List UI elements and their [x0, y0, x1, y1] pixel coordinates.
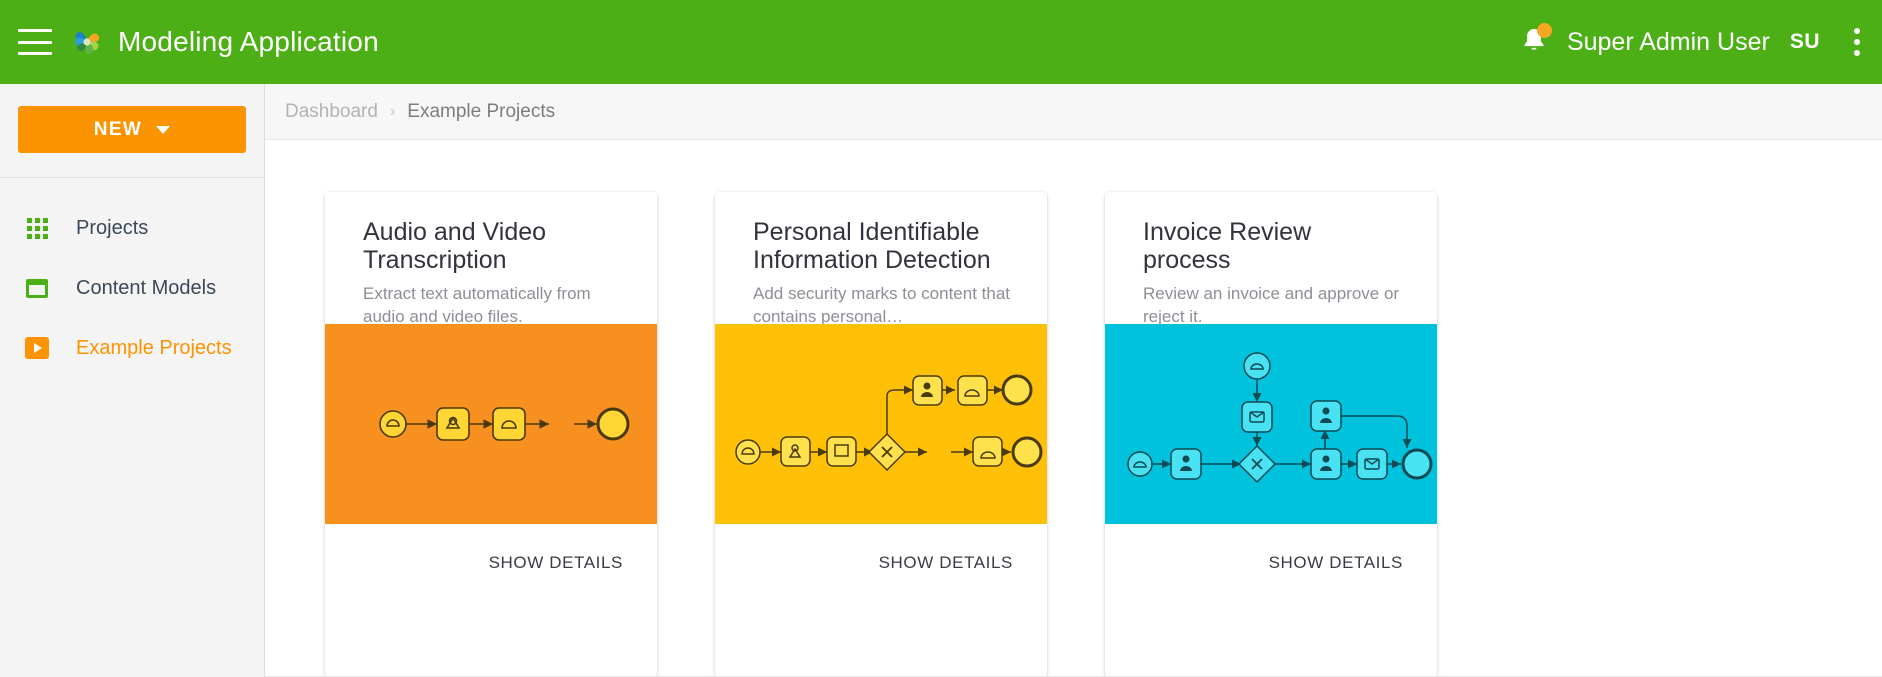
sidebar-item-label: Content Models	[76, 277, 216, 300]
card-header: Audio and Video Transcription Extract te…	[325, 192, 657, 324]
hamburger-bar	[18, 29, 52, 32]
hamburger-bar	[18, 52, 52, 55]
project-card-grid: Audio and Video Transcription Extract te…	[265, 140, 1882, 677]
chevron-down-icon	[156, 126, 170, 134]
breadcrumb: Dashboard › Example Projects	[265, 84, 1882, 140]
avatar[interactable]: SU	[1790, 30, 1820, 54]
card-header: Invoice Review process Review an invoice…	[1105, 192, 1437, 324]
kebab-dot	[1854, 50, 1860, 56]
new-button-label: NEW	[94, 119, 143, 141]
card-description: Extract text automatically from audio an…	[363, 283, 621, 329]
card-title: Personal Identifiable Information Detect…	[753, 218, 1011, 274]
notification-badge	[1537, 23, 1552, 38]
grid-icon	[20, 211, 54, 245]
sidebar-item-example-projects[interactable]: Example Projects	[0, 318, 264, 378]
card-description: Add security marks to content that conta…	[753, 283, 1011, 329]
sidebar-item-projects[interactable]: Projects	[0, 198, 264, 258]
sidebar-item-label: Projects	[76, 217, 148, 240]
card-header: Personal Identifiable Information Detect…	[715, 192, 1047, 324]
sidebar-nav: Projects Content Models Example Projects	[0, 178, 264, 378]
project-card-invoice-review[interactable]: Invoice Review process Review an invoice…	[1105, 192, 1437, 677]
main-content: Dashboard › Example Projects Audio and V…	[265, 84, 1882, 677]
kebab-menu-icon[interactable]	[1854, 28, 1860, 56]
process-diagram-thumbnail	[325, 324, 657, 524]
card-footer: SHOW DETAILS	[325, 524, 657, 602]
app-title: Modeling Application	[118, 26, 379, 58]
play-square-icon	[20, 331, 54, 365]
rectangle-outline-icon	[20, 271, 54, 305]
process-diagram-thumbnail	[1105, 324, 1437, 524]
breadcrumb-dashboard[interactable]: Dashboard	[285, 101, 378, 123]
hamburger-icon[interactable]	[18, 29, 52, 55]
kebab-dot	[1854, 39, 1860, 45]
project-card-audio-video-transcription[interactable]: Audio and Video Transcription Extract te…	[325, 192, 657, 677]
card-title: Audio and Video Transcription	[363, 218, 621, 274]
app-header: Modeling Application Super Admin User SU	[0, 0, 1882, 84]
breadcrumb-current: Example Projects	[407, 101, 555, 123]
new-button-row: NEW	[0, 84, 264, 178]
notifications-button[interactable]	[1519, 25, 1549, 59]
breadcrumb-separator-icon: ›	[390, 103, 395, 121]
card-footer: SHOW DETAILS	[715, 524, 1047, 602]
card-title: Invoice Review process	[1143, 218, 1401, 274]
new-button[interactable]: NEW	[18, 106, 246, 153]
sidebar: NEW Projects Content Models Example Proj…	[0, 84, 265, 677]
user-name-label[interactable]: Super Admin User	[1567, 28, 1770, 57]
show-details-button[interactable]: SHOW DETAILS	[489, 553, 623, 573]
pinwheel-logo-icon	[70, 25, 104, 59]
process-diagram-thumbnail	[715, 324, 1047, 524]
kebab-dot	[1854, 28, 1860, 34]
show-details-button[interactable]: SHOW DETAILS	[1269, 553, 1403, 573]
card-footer: SHOW DETAILS	[1105, 524, 1437, 602]
sidebar-item-content-models[interactable]: Content Models	[0, 258, 264, 318]
show-details-button[interactable]: SHOW DETAILS	[879, 553, 1013, 573]
project-card-pii-detection[interactable]: Personal Identifiable Information Detect…	[715, 192, 1047, 677]
sidebar-item-label: Example Projects	[76, 337, 232, 360]
hamburger-bar	[18, 41, 52, 44]
card-description: Review an invoice and approve or reject …	[1143, 283, 1401, 329]
